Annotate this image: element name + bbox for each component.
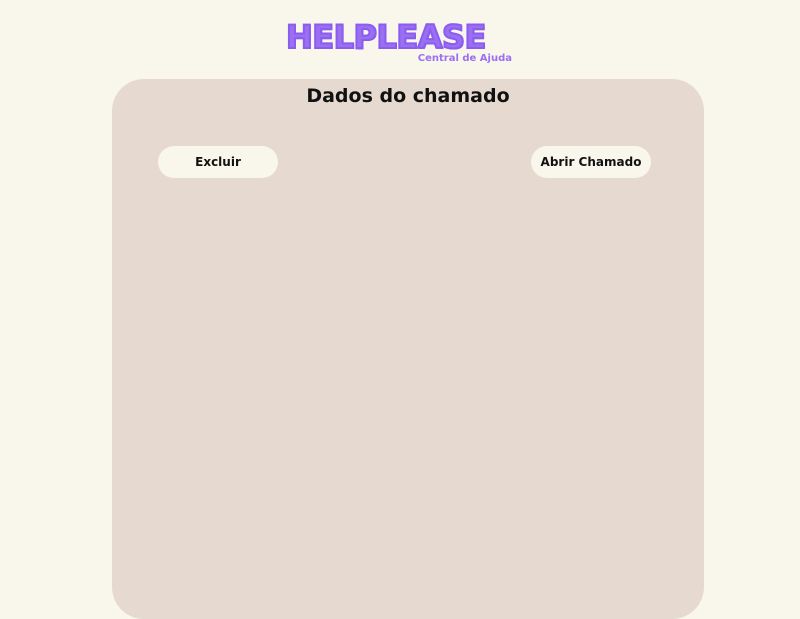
open-ticket-button[interactable]: Abrir Chamado (531, 146, 651, 178)
delete-button[interactable]: Excluir (158, 146, 278, 178)
logo-subtitle: Central de Ajuda (417, 53, 512, 64)
panel-title: Dados do chamado (306, 85, 510, 107)
brand-logo: HELPLEASE Central de Ajuda (285, 17, 516, 68)
ticket-data-panel: Dados do chamado Excluir Abrir Chamado (112, 79, 704, 619)
logo-title: HELPLEASE (285, 17, 487, 57)
